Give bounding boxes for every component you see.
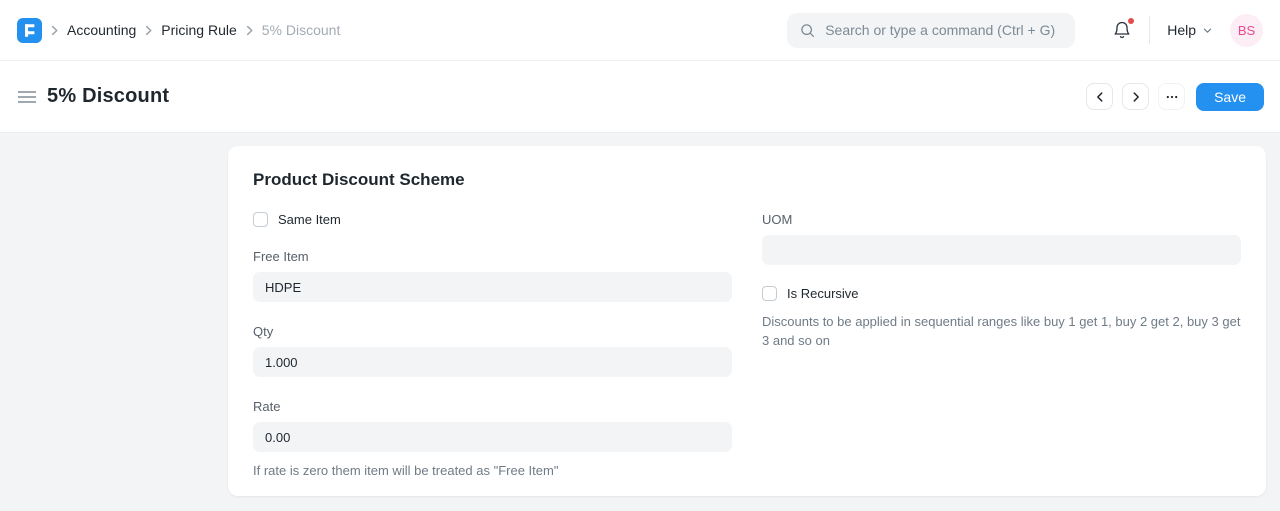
search-icon [799, 22, 816, 39]
notifications-button[interactable] [1112, 20, 1132, 40]
chevron-right-icon [141, 23, 156, 38]
navbar-actions: Help BS [787, 13, 1263, 48]
breadcrumb-item-current: 5% Discount [262, 22, 341, 38]
search-input[interactable] [825, 22, 1063, 38]
form-page: Product Discount Scheme Same Item Free I… [0, 133, 1280, 496]
uom-input[interactable] [762, 235, 1241, 265]
rate-label: Rate [253, 399, 732, 414]
qty-label: Qty [253, 324, 732, 339]
erpnext-logo-glyph [17, 18, 42, 43]
chevron-right-icon [1129, 90, 1143, 104]
is-recursive-checkbox[interactable] [762, 286, 777, 301]
page-title: 5% Discount [47, 85, 169, 108]
help-label: Help [1167, 22, 1196, 38]
unread-notification-dot [1128, 18, 1134, 24]
more-options-button[interactable] [1158, 83, 1185, 110]
ellipsis-icon [1165, 90, 1179, 104]
rate-input[interactable] [253, 422, 732, 452]
menu-icon [18, 90, 36, 104]
free-item-label: Free Item [253, 249, 732, 264]
same-item-checkbox-row[interactable]: Same Item [253, 212, 732, 227]
section-title: Product Discount Scheme [253, 170, 1241, 190]
user-avatar[interactable]: BS [1230, 14, 1263, 47]
is-recursive-description: Discounts to be applied in sequential ra… [762, 312, 1241, 350]
is-recursive-label: Is Recursive [787, 286, 859, 301]
chevron-down-icon [1202, 25, 1213, 36]
breadcrumb-item-pricing-rule[interactable]: Pricing Rule [161, 22, 236, 38]
breadcrumb-item-accounting[interactable]: Accounting [67, 22, 136, 38]
top-navbar: Accounting Pricing Rule 5% Discount Help [0, 0, 1280, 61]
form-column-left: Same Item Free Item Qty Rate If rate is … [253, 212, 732, 480]
chevron-left-icon [1093, 90, 1107, 104]
product-discount-scheme-section: Product Discount Scheme Same Item Free I… [228, 146, 1266, 496]
breadcrumb: Accounting Pricing Rule 5% Discount [17, 18, 340, 43]
sidebar-toggle-button[interactable] [16, 86, 38, 108]
erpnext-logo-icon[interactable] [17, 18, 42, 43]
page-toolbar: 5% Discount Save [0, 61, 1280, 133]
same-item-checkbox[interactable] [253, 212, 268, 227]
previous-document-button[interactable] [1086, 83, 1113, 110]
navbar-divider [1149, 16, 1150, 44]
rate-description: If rate is zero them item will be treate… [253, 461, 732, 480]
uom-label: UOM [762, 212, 1241, 227]
qty-input[interactable] [253, 347, 732, 377]
help-dropdown[interactable]: Help [1167, 22, 1213, 38]
form-column-right: UOM Is Recursive Discounts to be applied… [762, 212, 1241, 480]
save-button[interactable]: Save [1196, 83, 1264, 111]
chevron-right-icon [242, 23, 257, 38]
is-recursive-checkbox-row[interactable]: Is Recursive [762, 286, 1241, 301]
toolbar-actions: Save [1086, 83, 1264, 111]
global-search[interactable] [787, 13, 1075, 48]
chevron-right-icon [47, 23, 62, 38]
free-item-input[interactable] [253, 272, 732, 302]
same-item-label: Same Item [278, 212, 341, 227]
next-document-button[interactable] [1122, 83, 1149, 110]
form-grid: Same Item Free Item Qty Rate If rate is … [253, 212, 1241, 480]
